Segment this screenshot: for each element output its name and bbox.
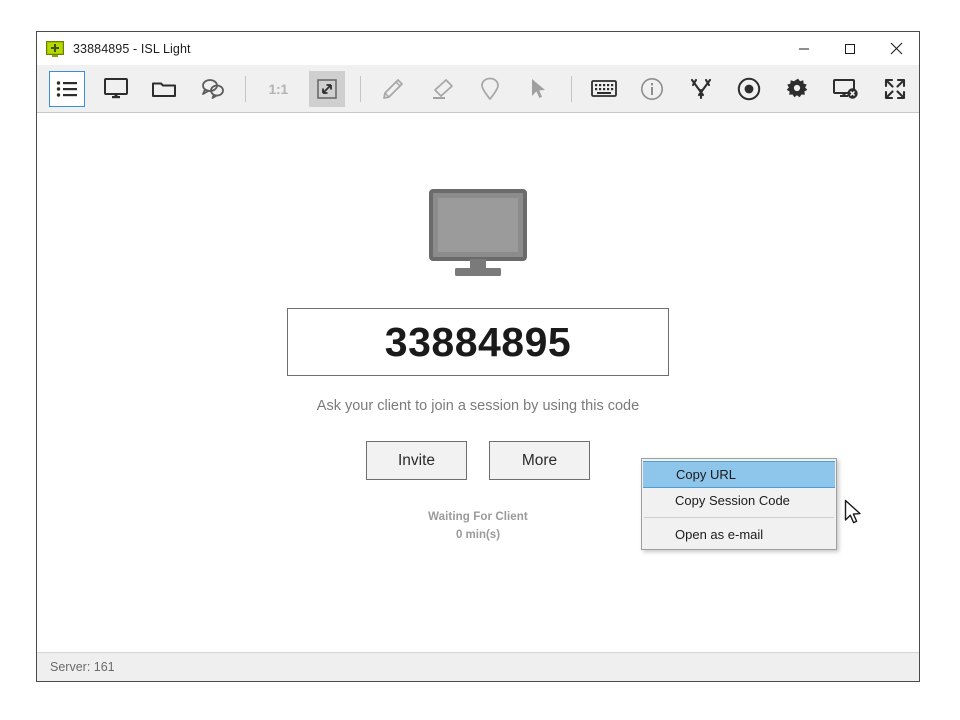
more-button[interactable]: More: [489, 441, 590, 480]
maximize-button[interactable]: [827, 32, 873, 65]
toolbar-marker-button[interactable]: [466, 69, 514, 109]
context-menu-item-copy-session-code[interactable]: Copy Session Code: [642, 488, 836, 513]
monitor-plus-icon: [46, 40, 64, 57]
keyboard-icon: [591, 80, 617, 97]
session-code: 33884895: [384, 318, 572, 365]
join-hint-text: Ask your client to join a session by usi…: [316, 398, 640, 414]
info-icon: [641, 77, 664, 100]
monitor-icon: [103, 77, 128, 98]
toolbar-eraser-button[interactable]: [417, 69, 465, 109]
monitor-illustration: [429, 189, 527, 286]
toolbar-tools-button[interactable]: [677, 69, 725, 109]
toolbar-separator: [359, 75, 361, 102]
invite-button[interactable]: Invite: [366, 441, 467, 480]
minimize-button[interactable]: [781, 32, 827, 65]
context-menu-item-copy-url[interactable]: Copy URL: [643, 461, 835, 488]
context-menu: Copy URL Copy Session Code Open as e-mai…: [641, 458, 837, 550]
eraser-icon: [432, 78, 453, 99]
isl-light-window: 33884895 - ISL Light 1:1 33884895 Ask yo…: [36, 31, 920, 682]
session-code-box[interactable]: 33884895: [287, 308, 669, 376]
toolbar: 1:1: [37, 65, 919, 113]
toolbar-session-list-button[interactable]: [49, 70, 85, 107]
context-menu-separator: [644, 517, 834, 518]
status-bar: Server: 161: [37, 652, 919, 681]
folder-icon: [152, 82, 177, 97]
toolbar-keyboard-button[interactable]: [580, 69, 628, 109]
action-buttons: Invite More: [366, 441, 590, 480]
status-waiting-text: Waiting For Client: [428, 511, 528, 523]
context-menu-item-open-as-email[interactable]: Open as e-mail: [642, 522, 836, 547]
toolbar-chat-button[interactable]: [189, 69, 237, 109]
toolbar-pointer-button[interactable]: [514, 69, 562, 109]
status-duration-text: 0 min(s): [455, 529, 501, 541]
toolbar-scale-1to1-button[interactable]: 1:1: [254, 69, 302, 109]
main-content: 33884895 Ask your client to join a sessi…: [37, 113, 919, 652]
chat-bubbles-icon: [201, 78, 224, 99]
toolbar-monitor-button[interactable]: [92, 69, 140, 109]
toolbar-folder-button[interactable]: [140, 69, 188, 109]
toolbar-fullscreen-button[interactable]: [871, 69, 919, 109]
toolbar-pencil-button[interactable]: [369, 69, 417, 109]
toolbar-info-button[interactable]: [628, 69, 676, 109]
close-button[interactable]: [873, 32, 919, 65]
toolbar-settings-button[interactable]: [774, 69, 822, 109]
fullscreen-icon: [884, 78, 905, 99]
disconnect-icon: [833, 78, 859, 99]
record-icon: [738, 77, 761, 100]
marker-pin-icon: [481, 77, 499, 100]
tools-icon: [690, 78, 711, 99]
pointer-arrow-icon: [532, 78, 546, 98]
maximize-icon: [845, 43, 855, 54]
server-label: Server: 161: [50, 660, 115, 674]
toolbar-disconnect-button[interactable]: [822, 69, 870, 109]
window-controls: [781, 32, 919, 65]
toolbar-separator: [245, 75, 246, 102]
settings-gear-icon: [786, 78, 808, 97]
toolbar-record-button[interactable]: [725, 69, 773, 109]
toolbar-separator: [570, 75, 572, 102]
title-bar: 33884895 - ISL Light: [37, 32, 919, 65]
minimize-icon: [799, 48, 809, 49]
session-list-icon: [56, 80, 77, 97]
toolbar-scale-1to1-label: 1:1: [268, 80, 289, 97]
pencil-icon: [383, 78, 403, 99]
session-status: Waiting For Client 0 min(s): [428, 511, 528, 541]
fit-to-window-icon: [317, 78, 337, 99]
close-icon: [890, 42, 902, 55]
toolbar-fit-to-window-button[interactable]: [309, 70, 345, 107]
window-title: 33884895 - ISL Light: [73, 41, 191, 56]
